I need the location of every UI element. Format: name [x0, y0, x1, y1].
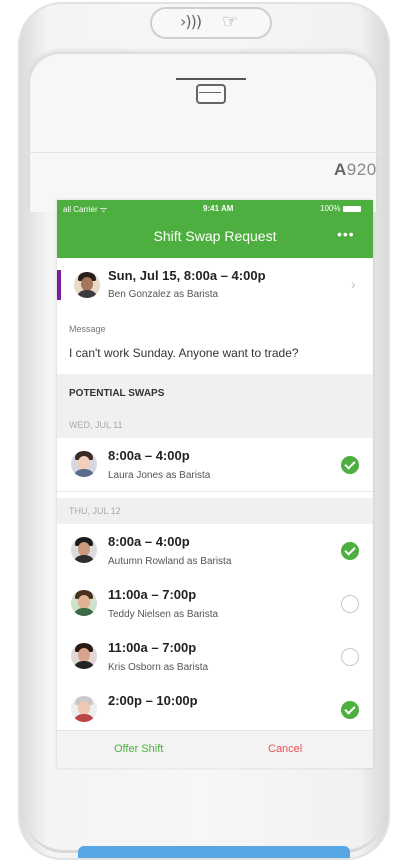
paper-slot-icon	[196, 84, 226, 104]
message-section: Message I can't work Sunday. Anyone want…	[57, 310, 373, 374]
avatar	[71, 537, 97, 563]
shift-subtitle: Ben Gonzalez as Barista	[108, 289, 219, 300]
avatar	[71, 590, 97, 616]
day-header: WED, JUL 11	[57, 412, 373, 438]
unselected-radio-icon[interactable]	[341, 648, 359, 666]
checkmark-icon[interactable]	[341, 456, 359, 474]
shift-color-accent	[57, 270, 61, 300]
swap-time: 8:00a – 4:00p	[108, 448, 190, 463]
day-header: THU, JUL 12	[57, 498, 373, 524]
swap-row[interactable]: 11:00a – 7:00p Kris Osborn as Barista	[57, 630, 373, 684]
status-bar: all Carrier ᯤ 9:41 AM 100%	[57, 204, 373, 216]
tap-hand-icon: ☞	[222, 11, 239, 32]
housing-divider	[24, 152, 383, 153]
device-model-label: A920	[334, 160, 377, 179]
printer-housing	[30, 52, 376, 212]
avatar	[74, 272, 100, 298]
message-text: I can't work Sunday. Anyone want to trad…	[69, 346, 299, 360]
status-time: 9:41 AM	[203, 204, 234, 213]
chevron-right-icon: ›	[351, 276, 356, 292]
swap-time: 8:00a – 4:00p	[108, 534, 190, 549]
swap-employee: Teddy Nielsen as Barista	[108, 609, 219, 620]
nfc-reader: ›))) ☞	[150, 7, 272, 39]
device-base	[24, 790, 384, 853]
unselected-radio-icon[interactable]	[341, 595, 359, 613]
day-label: THU, JUL 12	[69, 506, 121, 516]
swap-time: 11:00a – 7:00p	[108, 640, 197, 655]
page-title: Shift Swap Request	[153, 228, 277, 244]
swap-row[interactable]: 8:00a – 4:00p Autumn Rowland as Barista	[57, 524, 373, 578]
day-label: WED, JUL 11	[69, 420, 123, 430]
swap-row[interactable]: 8:00a – 4:00p Laura Jones as Barista	[57, 438, 373, 492]
requested-shift[interactable]: Sun, Jul 15, 8:00a – 4:00p Ben Gonzalez …	[57, 258, 373, 311]
paper-slot-detail	[199, 92, 221, 93]
swap-employee: Autumn Rowland as Barista	[108, 556, 232, 567]
swap-employee: Laura Jones as Barista	[108, 470, 211, 481]
checkmark-icon[interactable]	[341, 701, 359, 719]
device-indicator-bar	[78, 846, 350, 858]
paper-slot-line	[176, 78, 246, 80]
avatar	[71, 696, 97, 722]
section-title: POTENTIAL SWAPS	[69, 388, 165, 399]
offer-shift-button[interactable]: Offer Shift	[114, 743, 163, 755]
carrier-label: all Carrier ᯤ	[63, 205, 108, 214]
swap-row[interactable]: 11:00a – 7:00p Teddy Nielsen as Barista	[57, 577, 373, 631]
action-bar: Offer Shift Cancel	[57, 730, 373, 768]
swap-time: 2:00p – 10:00p	[108, 693, 198, 708]
message-label: Message	[69, 324, 106, 334]
cancel-button[interactable]: Cancel	[268, 743, 302, 755]
app-header: all Carrier ᯤ 9:41 AM 100% Shift Swap Re…	[57, 200, 373, 258]
shift-title: Sun, Jul 15, 8:00a – 4:00p	[108, 268, 266, 283]
app-screen: all Carrier ᯤ 9:41 AM 100% Shift Swap Re…	[57, 200, 373, 768]
contactless-icon: ›)))	[180, 12, 202, 31]
swap-time: 11:00a – 7:00p	[108, 587, 197, 602]
avatar	[71, 451, 97, 477]
swap-employee: Kris Osborn as Barista	[108, 662, 209, 673]
swap-row[interactable]: 2:00p – 10:00p	[57, 683, 373, 737]
more-options-icon[interactable]: •••	[337, 226, 355, 242]
battery-percent: 100%	[320, 204, 341, 213]
battery-icon	[343, 206, 361, 212]
checkmark-icon[interactable]	[341, 542, 359, 560]
potential-swaps-header: POTENTIAL SWAPS	[57, 374, 373, 412]
avatar	[71, 643, 97, 669]
